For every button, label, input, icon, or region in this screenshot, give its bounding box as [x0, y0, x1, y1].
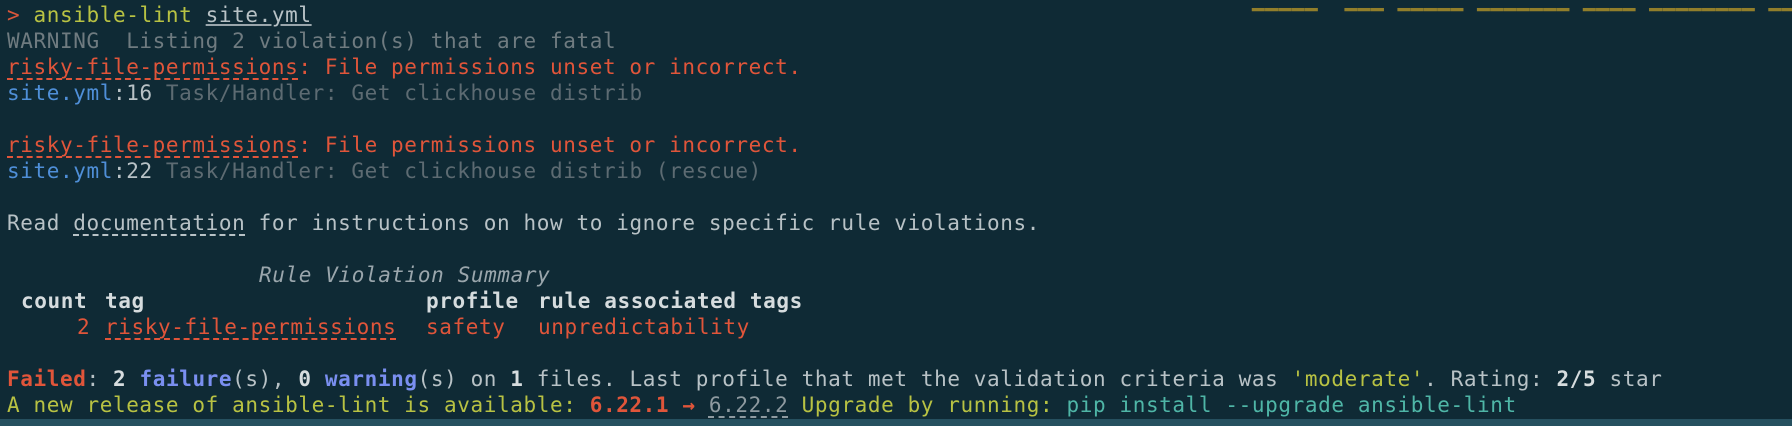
documentation-link[interactable]: documentation: [73, 211, 245, 235]
new-version-link[interactable]: 6.22.2: [709, 393, 788, 417]
files-count: 1: [510, 367, 524, 391]
violation-2-location: site.yml:22 Task/Handler: Get clickhouse…: [7, 158, 762, 184]
violation-1-rule-link[interactable]: risky-file-permissions: [7, 55, 298, 79]
result-sep-5: . Rating:: [1424, 367, 1557, 391]
docs-prefix: Read: [7, 211, 74, 235]
violation-1-task: Task/Handler: Get clickhouse distrib: [152, 81, 643, 105]
result-sep-2: (s),: [232, 367, 299, 391]
violation-2-text: : File permissions unset or incorrect.: [298, 133, 802, 157]
result-sep-1: :: [86, 367, 113, 391]
documentation-line: Read documentation for instructions on h…: [7, 210, 1040, 236]
violation-2-rule-link[interactable]: risky-file-permissions: [7, 133, 298, 157]
summary-header-count: count: [21, 289, 88, 313]
violation-2-message: risky-file-permissions: File permissions…: [7, 132, 802, 158]
failed-label: Failed: [7, 367, 87, 391]
summary-header-profile: profile: [426, 289, 519, 313]
docs-suffix: for instructions on how to ignore specif…: [245, 211, 1040, 235]
violation-1-file[interactable]: site.yml: [7, 81, 113, 105]
command-argument-link[interactable]: site.yml: [206, 3, 312, 27]
release-line: A new release of ansible-lint is availab…: [7, 392, 1517, 418]
warning-line: WARNING Listing 2 violation(s) that are …: [7, 29, 617, 53]
violation-2-line: :22: [112, 159, 153, 183]
profile-name: 'moderate': [1291, 367, 1425, 391]
failure-count: 2: [112, 367, 127, 391]
result-line: Failed: 2 failure(s), 0 warning(s) on 1 …: [7, 366, 1662, 392]
summary-row-profile: safety: [426, 315, 506, 339]
upgrade-text: Upgrade by running:: [788, 393, 1067, 417]
violation-1-message: risky-file-permissions: File permissions…: [7, 54, 802, 80]
command-line: > ansible-lint site.yml: [7, 2, 312, 28]
warning-count: 0: [298, 367, 312, 391]
warning-word: warning: [324, 367, 418, 391]
summary-title: Rule Violation Summary: [259, 263, 551, 287]
command-name: ansible-lint: [33, 3, 193, 27]
violation-2-file[interactable]: site.yml: [7, 159, 113, 183]
rating-value: 2/5: [1556, 367, 1597, 391]
summary-row-rule-tags: unpredictability: [538, 315, 750, 339]
upgrade-command: pip install --upgrade ansible-lint: [1066, 393, 1517, 417]
result-sep-3: (s) on: [417, 367, 511, 391]
summary-header-tag: tag: [105, 289, 145, 313]
violation-1-location: site.yml:16 Task/Handler: Get clickhouse…: [7, 80, 643, 106]
terminal-status-bar: [0, 419, 1792, 426]
version-arrow: →: [669, 393, 709, 417]
violation-2-task: Task/Handler: Get clickhouse distrib (re…: [152, 159, 762, 183]
result-sep-6: star: [1596, 367, 1663, 391]
summary-header-rule-tags: rule associated tags: [538, 289, 803, 313]
prompt-symbol: >: [7, 3, 21, 27]
summary-row-count: 2: [77, 315, 91, 339]
failure-word: failure: [139, 367, 233, 391]
summary-row-tag-link[interactable]: risky-file-permissions: [105, 314, 396, 340]
violation-1-text: : File permissions unset or incorrect.: [298, 55, 802, 79]
violation-1-line: :16: [112, 81, 153, 105]
terminal-window[interactable]: ▁▁▁▁▁ ▁▁▁ ▁▁▁▁▁ ▁▁▁▁▁▁▁ ▁▁▁▁ ▁▁▁▁▁▁▁▁ ▁▁…: [0, 0, 1792, 426]
result-sep-4: files. Last profile that met the validat…: [523, 367, 1292, 391]
current-version: 6.22.1: [589, 393, 670, 417]
release-text: A new release of ansible-lint is availab…: [7, 393, 590, 417]
